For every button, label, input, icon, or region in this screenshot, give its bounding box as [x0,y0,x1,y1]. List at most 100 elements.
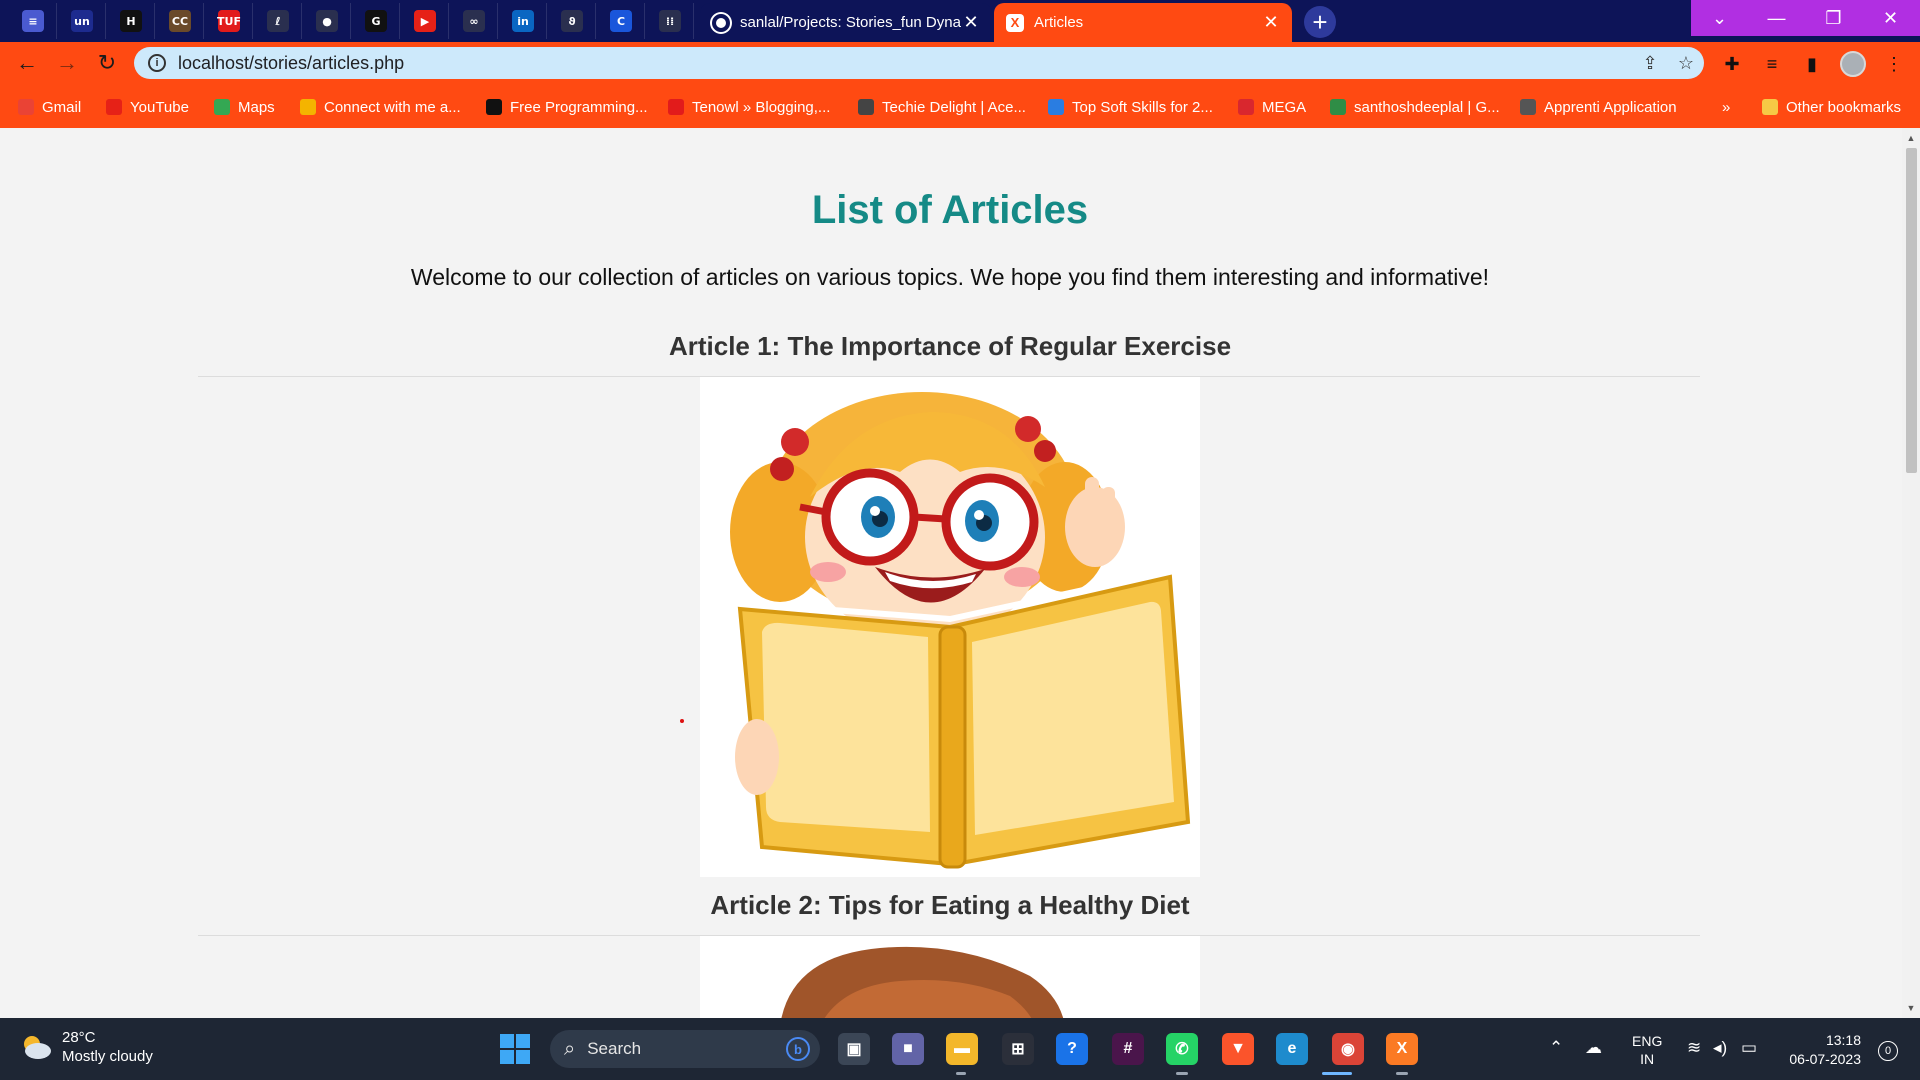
site-info-icon[interactable]: i [148,54,166,72]
reload-icon[interactable]: ↻ [92,48,122,78]
bookmark-star-icon[interactable]: ☆ [1668,53,1704,74]
weather-temperature: 28°C [62,1029,96,1046]
unstop-tab[interactable]: un [59,3,106,39]
close-icon[interactable]: ✕ [1262,12,1280,32]
article-2-image [700,936,1200,1018]
connect-tab[interactable]: ∞ [451,3,498,39]
bookmark-label: Techie Delight | Ace... [882,98,1026,116]
region-code: IN [1640,1051,1655,1067]
geeks-icon [1330,99,1346,115]
bookmark-item[interactable]: santhoshdeeplal | G... [1330,96,1500,118]
xampp-icon[interactable]: X [1386,1033,1418,1065]
notification-badge[interactable]: 0 [1878,1041,1898,1061]
scroll-up-arrow-icon[interactable]: ▲ [1902,130,1920,146]
taskbar-search[interactable]: ⌕ Search b [550,1030,820,1068]
edge-icon[interactable]: e [1276,1033,1308,1065]
url-text[interactable]: localhost/stories/articles.php [178,53,1632,74]
scrollbar-thumb[interactable] [1906,148,1917,473]
help-icon[interactable]: ? [1056,1033,1088,1065]
side-panel-icon[interactable]: ▮ [1798,50,1826,78]
weather-widget[interactable]: 28°C Mostly cloudy [20,1028,153,1066]
forward-arrow-icon[interactable]: → [52,48,82,78]
running-app-indicator [956,1072,966,1075]
cisco-tab[interactable]: ⁞⁞ [647,3,694,39]
hackerrank-tab[interactable]: H [108,3,155,39]
start-windows-icon[interactable] [500,1034,530,1064]
windows-taskbar: 28°C Mostly cloudy ⌕ Search b ▣ ■ ▬ ⊞? # ✆ ▼ e ◉… [0,1018,1920,1080]
tuf-icon: TUF [217,10,241,32]
xampp-icon: X [1006,13,1024,32]
folder-icon[interactable]: ▬ [946,1033,978,1065]
bookmark-item[interactable]: Apprenti Application [1520,96,1677,118]
bookmark-item[interactable]: YouTube [106,96,189,118]
extensions-puzzle-icon[interactable]: ✚ [1718,50,1746,78]
bookmark-item[interactable]: Gmail [18,96,81,118]
language-indicator[interactable]: ENG IN [1632,1032,1662,1068]
hackerrank-icon: H [120,10,142,32]
battery-icon[interactable]: ▭ [1741,1038,1757,1058]
link-icon [300,99,316,115]
restore-icon[interactable]: ❐ [1805,0,1862,36]
youtube-icon [106,99,122,115]
tab-search-chevron-icon[interactable]: ⌄ [1691,0,1748,36]
whatsapp-icon[interactable]: ✆ [1166,1033,1198,1065]
page-scrollbar[interactable]: ▲ ▼ [1902,128,1920,1018]
gmail-icon [18,99,34,115]
bookmark-item[interactable]: Techie Delight | Ace... [858,96,1026,118]
profile-avatar[interactable] [1840,51,1866,77]
green-tab[interactable]: ϑ [549,3,596,39]
bookmark-item[interactable]: Free Programming... [486,96,648,118]
page-title: List of Articles [811,188,1089,232]
minimize-icon[interactable]: — [1748,0,1805,36]
tuf-tab[interactable]: TUF [206,3,253,39]
tab-github-projects[interactable]: sanlal/Projects: Stories_fun Dynamic ✕ [700,3,992,42]
bookmark-label: MEGA [1262,98,1307,116]
back-arrow-icon[interactable]: ← [12,48,42,78]
chevron-up-icon[interactable]: ⌃ [1549,1038,1563,1058]
brave-icon[interactable]: ▼ [1222,1033,1254,1065]
new-tab-button[interactable]: + [1304,6,1336,38]
red-dot-marker [680,719,684,723]
clock-date: 06-07-2023 [1789,1051,1861,1067]
youtube-tab[interactable]: ▶ [402,3,449,39]
store-icon[interactable]: ⊞ [1002,1033,1034,1065]
bookmark-item[interactable]: MEGA [1238,96,1306,118]
cisco-icon: ⁞⁞ [659,10,681,32]
bookmark-item[interactable]: Tenowl » Blogging,... [668,96,830,118]
leetcode-tab[interactable]: ℓ [255,3,302,39]
clock[interactable]: 13:18 06-07-2023 [1781,1031,1861,1069]
chrome-icon[interactable]: ◉ [1332,1033,1364,1065]
folder-icon [1762,99,1778,115]
github-pinned-tab[interactable]: ● [304,3,351,39]
bookmark-item[interactable]: Maps [214,96,275,118]
slack-icon[interactable]: # [1112,1033,1144,1065]
tab-label: Articles [1034,14,1084,31]
news-tab[interactable]: ≡ [10,3,57,39]
share-icon[interactable]: ⇪ [1632,53,1668,74]
bookmark-label: Apprenti Application [1544,98,1677,116]
close-icon[interactable]: ✕ [962,12,980,32]
onedrive-cloud-icon[interactable]: ☁ [1585,1038,1602,1058]
bookmarks-overflow-icon[interactable]: » [1722,96,1730,118]
running-app-indicator [1322,1072,1352,1075]
reading-list-icon[interactable]: ≡ [1758,50,1786,78]
bookmark-item[interactable]: Connect with me a... [300,96,461,118]
wifi-icon[interactable]: ≋ [1687,1038,1701,1058]
video-call-icon[interactable]: ■ [892,1033,924,1065]
tab-articles[interactable]: X Articles ✕ [994,3,1292,42]
other-bookmarks-label: Other bookmarks [1786,98,1902,116]
volume-icon[interactable]: ◂) [1713,1038,1727,1058]
task-view-icon[interactable]: ▣ [838,1033,870,1065]
codechef-tab[interactable]: CC [157,3,204,39]
menu-kebab-icon[interactable]: ⋮ [1880,50,1908,78]
linkedin-tab[interactable]: in [500,3,547,39]
weather-condition: Mostly cloudy [62,1048,153,1065]
address-bar[interactable]: i localhost/stories/articles.php ⇪ ☆ [134,47,1704,79]
codeforces-tab[interactable]: G [353,3,400,39]
bookmark-label: Maps [238,98,275,116]
other-bookmarks[interactable]: Other bookmarks [1762,96,1901,118]
bookmark-item[interactable]: Top Soft Skills for 2... [1048,96,1213,118]
scroll-down-arrow-icon[interactable]: ▼ [1902,1000,1920,1016]
coursera-tab[interactable]: C [598,3,645,39]
close-window-icon[interactable]: ✕ [1862,0,1919,36]
